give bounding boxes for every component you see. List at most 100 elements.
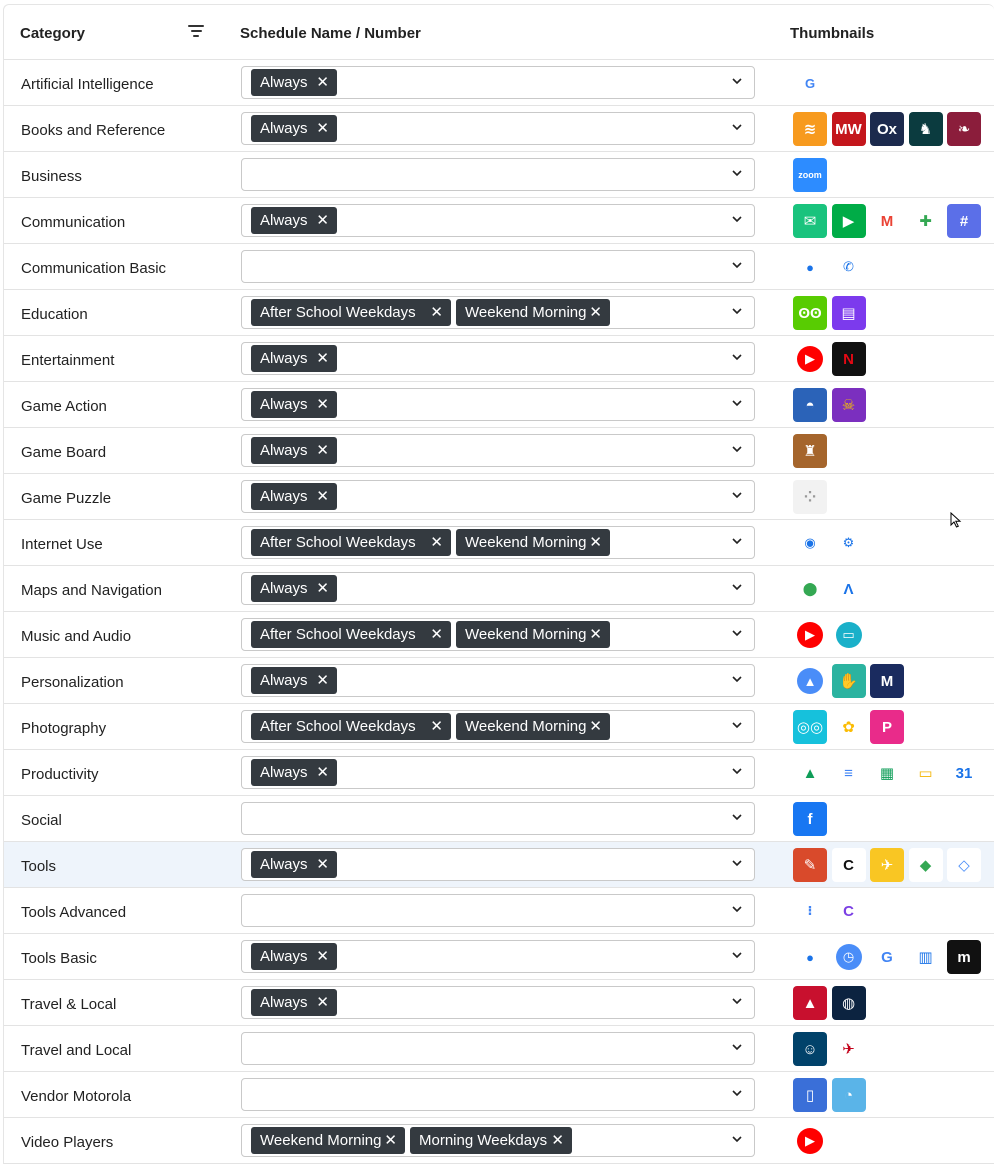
schedule-select[interactable]: After School Weekdays ✕ Weekend Morning ✕ xyxy=(241,710,755,743)
remove-chip-icon[interactable]: ✕ xyxy=(316,115,329,142)
c-purple-icon[interactable]: C xyxy=(831,894,866,928)
gmail-icon[interactable]: M xyxy=(870,204,904,238)
category-column-header[interactable]: Category xyxy=(20,25,85,42)
chevron-down-icon[interactable] xyxy=(732,536,742,546)
messages-icon[interactable]: ● xyxy=(797,254,823,280)
chevron-down-icon[interactable] xyxy=(732,444,742,454)
chevron-down-icon[interactable] xyxy=(732,812,742,822)
google-maps-icon[interactable]: ⬤ xyxy=(797,576,823,602)
schedule-select[interactable]: Always ✕ xyxy=(241,756,755,789)
remove-chip-icon[interactable]: ✕ xyxy=(316,851,329,878)
remove-chip-icon[interactable]: ✕ xyxy=(551,1127,564,1154)
american-airlines-icon[interactable]: ✈ xyxy=(831,1032,866,1066)
chevron-down-icon[interactable] xyxy=(732,1088,742,1098)
remove-chip-icon[interactable]: ✕ xyxy=(316,483,329,510)
chevron-down-icon[interactable] xyxy=(732,766,742,776)
netflix-icon[interactable]: N xyxy=(831,342,866,376)
schedule-select[interactable]: Always ✕ xyxy=(241,66,755,99)
brawl-stars-icon[interactable]: ☠ xyxy=(831,388,866,422)
schedule-select[interactable]: Always ✕ xyxy=(241,848,755,881)
youtube-icon[interactable]: ▶ xyxy=(797,346,823,372)
remove-chip-icon[interactable]: ✕ xyxy=(316,69,329,96)
merriam-webster-icon[interactable]: MW xyxy=(831,112,866,146)
schedule-select[interactable]: Always ✕ xyxy=(241,572,755,605)
remove-chip-icon[interactable]: ✕ xyxy=(430,621,443,648)
schedule-select[interactable] xyxy=(241,894,755,927)
quizlet-icon[interactable]: ▤ xyxy=(831,296,866,330)
chevron-down-icon[interactable] xyxy=(732,398,742,408)
chevron-down-icon[interactable] xyxy=(732,904,742,914)
schedule-select[interactable]: Weekend Morning ✕ Morning Weekdays ✕ xyxy=(241,1124,755,1157)
schedule-select[interactable]: Always ✕ xyxy=(241,388,755,421)
google-sheets-icon[interactable]: ▦ xyxy=(870,756,904,790)
remove-chip-icon[interactable]: ✕ xyxy=(316,943,329,970)
youtube-icon[interactable]: ▶ xyxy=(797,1128,823,1154)
schedule-select[interactable] xyxy=(241,158,755,191)
chevron-down-icon[interactable] xyxy=(732,1134,742,1144)
schedule-select[interactable]: Always ✕ xyxy=(241,664,755,697)
groupme-icon[interactable]: # xyxy=(947,204,981,238)
remove-chip-icon[interactable]: ✕ xyxy=(316,391,329,418)
delta-icon[interactable]: ▲ xyxy=(793,986,827,1020)
schedule-select[interactable]: Always ✕ xyxy=(241,112,755,145)
diamond-outline-icon[interactable]: ◇ xyxy=(947,848,981,882)
remove-chip-icon[interactable]: ✕ xyxy=(430,713,443,740)
schedule-select[interactable] xyxy=(241,802,755,835)
remove-chip-icon[interactable]: ✕ xyxy=(316,667,329,694)
remove-chip-icon[interactable]: ✕ xyxy=(589,621,602,648)
art-tool-icon[interactable]: ✎ xyxy=(793,848,827,882)
chevron-down-icon[interactable] xyxy=(732,1042,742,1052)
clock-icon[interactable]: ◷ xyxy=(835,944,862,970)
facebook-icon[interactable]: f xyxy=(793,802,827,836)
chevron-down-icon[interactable] xyxy=(732,720,742,730)
google-slides-icon[interactable]: ▭ xyxy=(908,756,943,790)
remove-chip-icon[interactable]: ✕ xyxy=(589,299,602,326)
duolingo-icon[interactable]: ʘʘ xyxy=(793,296,827,330)
chevron-down-icon[interactable] xyxy=(732,260,742,270)
gesture-icon[interactable]: ✋ xyxy=(831,664,866,698)
google-docs-icon[interactable]: ≡ xyxy=(831,756,866,790)
chevron-down-icon[interactable] xyxy=(732,582,742,592)
schedule-select[interactable]: After School Weekdays ✕ Weekend Morning ✕ xyxy=(241,618,755,651)
gboard-icon[interactable]: G xyxy=(870,940,904,974)
keep-notes-icon[interactable]: ▥ xyxy=(908,940,943,974)
youtube-music-icon[interactable]: ▶ xyxy=(797,622,823,648)
c-logo-icon[interactable]: C xyxy=(831,848,866,882)
remove-chip-icon[interactable]: ✕ xyxy=(589,713,602,740)
remove-chip-icon[interactable]: ✕ xyxy=(316,575,329,602)
chevron-down-icon[interactable] xyxy=(732,628,742,638)
android-auto-icon[interactable]: Λ xyxy=(831,572,866,606)
chevron-down-icon[interactable] xyxy=(732,858,742,868)
remove-chip-icon[interactable]: ✕ xyxy=(430,299,443,326)
schedule-select[interactable]: Always ✕ xyxy=(241,986,755,1019)
schedule-select[interactable]: After School Weekdays ✕ Weekend Morning ✕ xyxy=(241,296,755,329)
chrome-icon[interactable]: ◉ xyxy=(797,530,823,556)
remove-chip-icon[interactable]: ✕ xyxy=(384,1127,397,1154)
zoom-icon[interactable]: zoom xyxy=(793,158,827,192)
motorola-ready-for-icon[interactable]: m xyxy=(947,940,981,974)
camera-app-icon[interactable]: ◎◎ xyxy=(793,710,827,744)
phone-icon[interactable]: ✆ xyxy=(835,254,862,280)
google-meet-icon[interactable]: ▶ xyxy=(831,204,866,238)
wallpapers-icon[interactable]: ▲ xyxy=(797,668,823,694)
remove-chip-icon[interactable]: ✕ xyxy=(316,207,329,234)
chevron-down-icon[interactable] xyxy=(732,352,742,362)
schedule-select[interactable]: Always ✕ xyxy=(241,434,755,467)
book-app-icon[interactable]: ❧ xyxy=(947,112,981,146)
alaska-airlines-icon[interactable]: ☺ xyxy=(793,1032,827,1066)
schedule-select[interactable]: Always ✕ xyxy=(241,940,755,973)
schedule-select[interactable]: Always ✕ xyxy=(241,480,755,513)
cruise-icon[interactable]: ✈ xyxy=(870,848,904,882)
chevron-down-icon[interactable] xyxy=(732,996,742,1006)
chevron-down-icon[interactable] xyxy=(732,76,742,86)
schedule-select[interactable]: After School Weekdays ✕ Weekend Morning ✕ xyxy=(241,526,755,559)
schedule-select[interactable]: Always ✕ xyxy=(241,342,755,375)
chevron-down-icon[interactable] xyxy=(732,214,742,224)
radio-icon[interactable]: ▭ xyxy=(835,622,862,648)
reader-icon[interactable]: ♞ xyxy=(908,112,943,146)
google-photos-icon[interactable]: ✿ xyxy=(831,710,866,744)
messenger-icon[interactable]: ✉ xyxy=(793,204,827,238)
chevron-down-icon[interactable] xyxy=(732,950,742,960)
schedule-select[interactable]: Always ✕ xyxy=(241,204,755,237)
google-icon[interactable]: G xyxy=(797,70,823,96)
